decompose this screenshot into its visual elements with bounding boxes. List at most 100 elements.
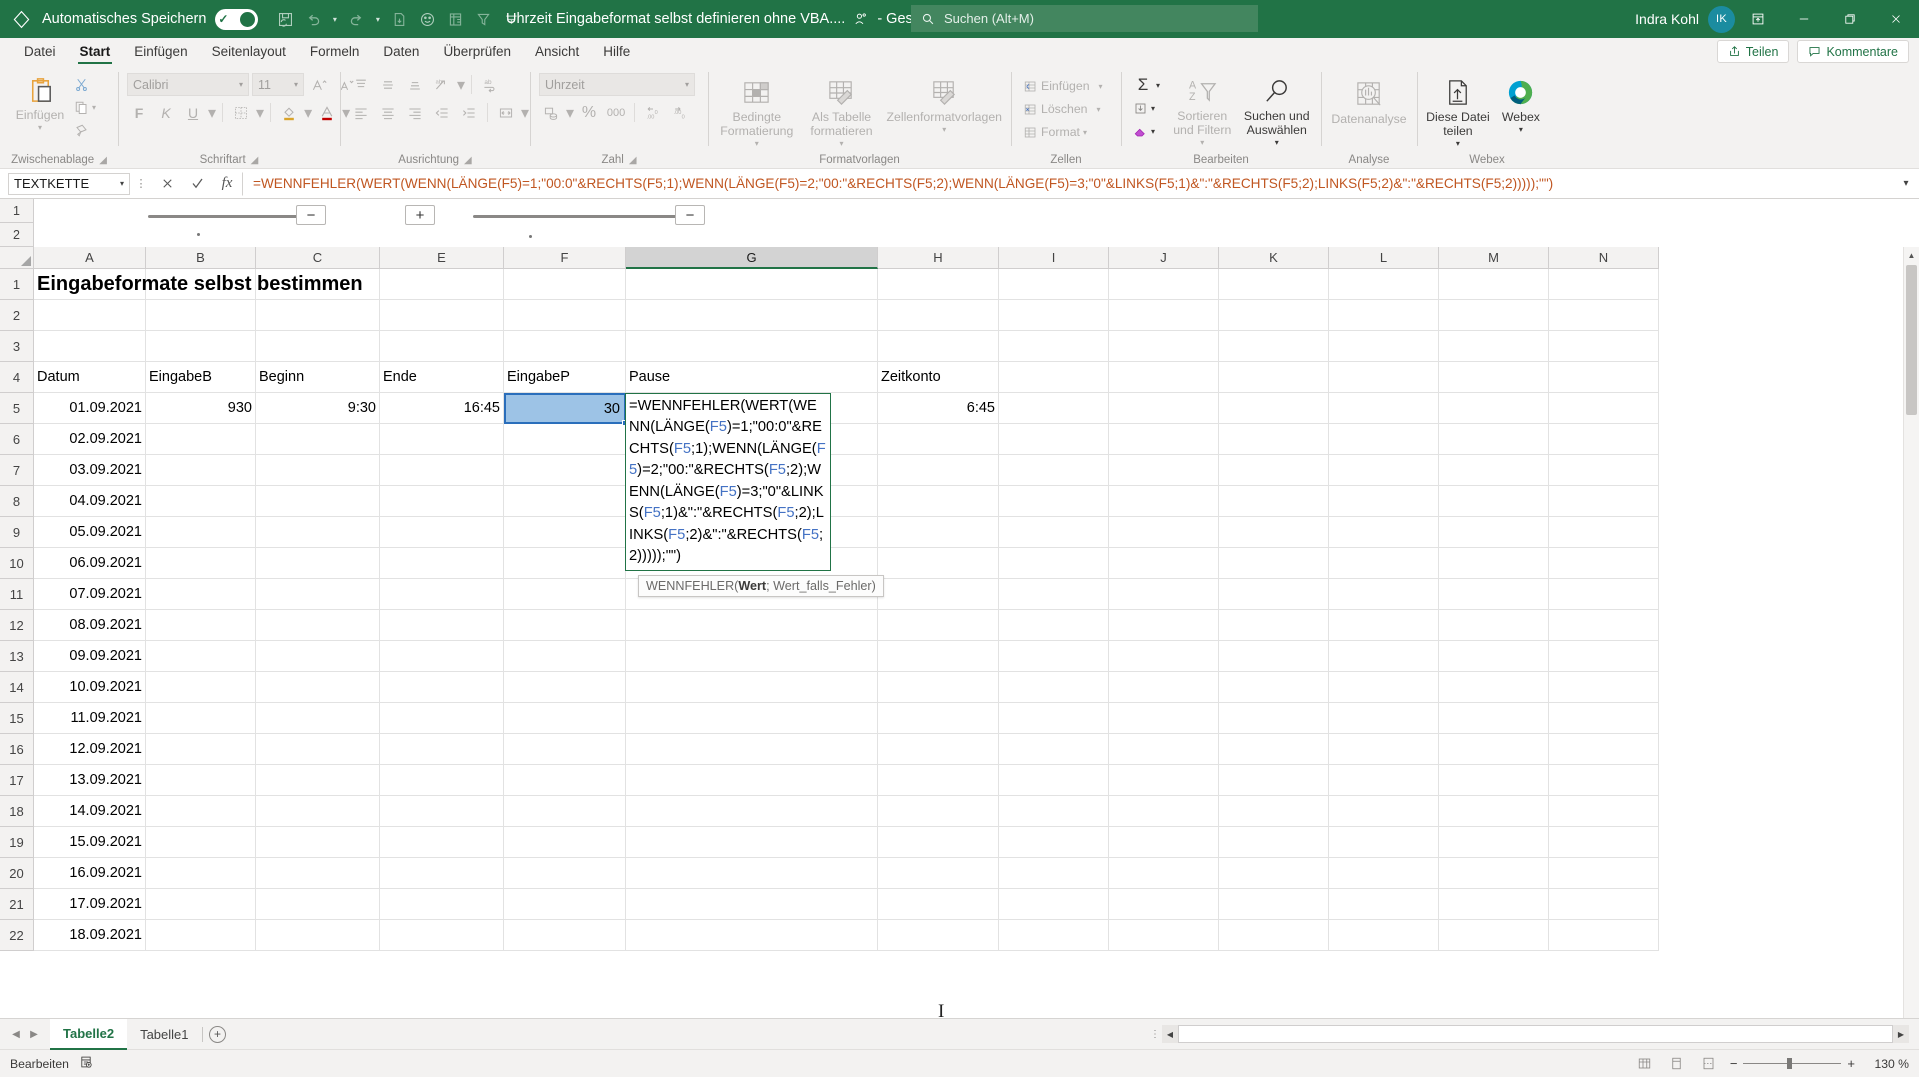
tab-formeln[interactable]: Formeln [298, 38, 372, 64]
cell-J20[interactable] [1109, 858, 1219, 889]
cell-I4[interactable] [999, 362, 1109, 393]
column-header-c[interactable]: C [256, 247, 380, 269]
cell-N4[interactable] [1549, 362, 1659, 393]
format-as-table-button[interactable]: Als Tabelle formatieren ▾ [805, 72, 879, 148]
row-header-4[interactable]: 4 [0, 362, 34, 393]
cell-B19[interactable] [146, 827, 256, 858]
cell-F8[interactable] [504, 486, 626, 517]
tab-einfuegen[interactable]: Einfügen [122, 38, 199, 64]
cell-J4[interactable] [1109, 362, 1219, 393]
cell-A1[interactable]: Eingabeformate selbst bestimmen [34, 269, 734, 300]
cell-M8[interactable] [1439, 486, 1549, 517]
cell-I16[interactable] [999, 734, 1109, 765]
cell-J5[interactable] [1109, 393, 1219, 424]
cell-C8[interactable] [256, 486, 380, 517]
cell-J13[interactable] [1109, 641, 1219, 672]
cell-E21[interactable] [380, 889, 504, 920]
column-header-k[interactable]: K [1219, 247, 1329, 269]
row-header-13[interactable]: 13 [0, 641, 34, 672]
cell-H8[interactable] [878, 486, 999, 517]
selected-cell-f5[interactable]: 30 [504, 393, 628, 426]
scroll-left-icon[interactable]: ◀ [1162, 1025, 1178, 1043]
cancel-button[interactable] [152, 171, 182, 197]
tab-start[interactable]: Start [68, 38, 123, 64]
cell-I3[interactable] [999, 331, 1109, 362]
cell-I13[interactable] [999, 641, 1109, 672]
cell-C7[interactable] [256, 455, 380, 486]
cell-I12[interactable] [999, 610, 1109, 641]
cell-M4[interactable] [1439, 362, 1549, 393]
cell-B13[interactable] [146, 641, 256, 672]
cell-I8[interactable] [999, 486, 1109, 517]
cell-L18[interactable] [1329, 796, 1439, 827]
row-header-21[interactable]: 21 [0, 889, 34, 920]
cell-B3[interactable] [146, 331, 256, 362]
cell-M7[interactable] [1439, 455, 1549, 486]
cell-H6[interactable] [878, 424, 999, 455]
cell-F4[interactable]: EingabeP [504, 362, 626, 393]
cell-L5[interactable] [1329, 393, 1439, 424]
cell-K20[interactable] [1219, 858, 1329, 889]
cell-M17[interactable] [1439, 765, 1549, 796]
increase-decimal-icon[interactable]: .00 0 [641, 101, 665, 124]
cell-H7[interactable] [878, 455, 999, 486]
cell-A3[interactable] [34, 331, 146, 362]
cell-L16[interactable] [1329, 734, 1439, 765]
cell-M2[interactable] [1439, 300, 1549, 331]
sheet-tab-tabelle2[interactable]: Tabelle2 [50, 1018, 128, 1050]
clipboard-dialog-launcher[interactable]: ◢ [99, 155, 107, 166]
cell-N21[interactable] [1549, 889, 1659, 920]
cell-A13[interactable]: 09.09.2021 [34, 641, 146, 672]
cell-G21[interactable] [626, 889, 878, 920]
page-break-preview-icon[interactable] [1698, 1054, 1720, 1074]
cell-H1[interactable] [878, 269, 999, 300]
row-header-20[interactable]: 20 [0, 858, 34, 889]
cell-I6[interactable] [999, 424, 1109, 455]
scroll-up-icon[interactable]: ▲ [1904, 247, 1919, 263]
cell-B7[interactable] [146, 455, 256, 486]
row-header-5[interactable]: 5 [0, 393, 34, 424]
cell-L10[interactable] [1329, 548, 1439, 579]
cell-H4[interactable]: Zeitkonto [878, 362, 999, 393]
cell-C20[interactable] [256, 858, 380, 889]
cell-B17[interactable] [146, 765, 256, 796]
cell-H9[interactable] [878, 517, 999, 548]
accessibility-icon[interactable] [79, 1055, 93, 1072]
cell-J14[interactable] [1109, 672, 1219, 703]
row-header-8[interactable]: 8 [0, 486, 34, 517]
cell-H13[interactable] [878, 641, 999, 672]
tab-hilfe[interactable]: Hilfe [591, 38, 642, 64]
borders-icon[interactable] [229, 101, 253, 124]
cell-B15[interactable] [146, 703, 256, 734]
cell-H10[interactable] [878, 548, 999, 579]
increase-indent-icon[interactable] [457, 101, 481, 124]
cell-N13[interactable] [1549, 641, 1659, 672]
cell-J22[interactable] [1109, 920, 1219, 951]
cell-E19[interactable] [380, 827, 504, 858]
cell-I17[interactable] [999, 765, 1109, 796]
borders-dropdown-icon[interactable]: ▾ [256, 103, 264, 123]
horizontal-scroll-track[interactable] [1178, 1025, 1893, 1043]
cell-B22[interactable] [146, 920, 256, 951]
cell-C15[interactable] [256, 703, 380, 734]
cell-A15[interactable]: 11.09.2021 [34, 703, 146, 734]
cell-J21[interactable] [1109, 889, 1219, 920]
cell-E4[interactable]: Ende [380, 362, 504, 393]
row-header-2[interactable]: 2 [0, 300, 34, 331]
cell-J11[interactable] [1109, 579, 1219, 610]
column-header-n[interactable]: N [1549, 247, 1659, 269]
percent-style-button[interactable]: % [577, 101, 601, 124]
align-center-icon[interactable] [376, 101, 400, 124]
cell-J9[interactable] [1109, 517, 1219, 548]
search-box[interactable]: Suchen (Alt+M) [911, 5, 1258, 32]
cell-K21[interactable] [1219, 889, 1329, 920]
paste-button[interactable]: Einfügen ▾ [9, 70, 71, 132]
cell-C11[interactable] [256, 579, 380, 610]
cell-N18[interactable] [1549, 796, 1659, 827]
cell-M11[interactable] [1439, 579, 1549, 610]
cell-B20[interactable] [146, 858, 256, 889]
cell-F9[interactable] [504, 517, 626, 548]
tab-ueberpruefen[interactable]: Überprüfen [431, 38, 523, 64]
scroll-right-icon[interactable]: ▶ [1893, 1025, 1909, 1043]
tablet-icon[interactable] [442, 6, 468, 32]
